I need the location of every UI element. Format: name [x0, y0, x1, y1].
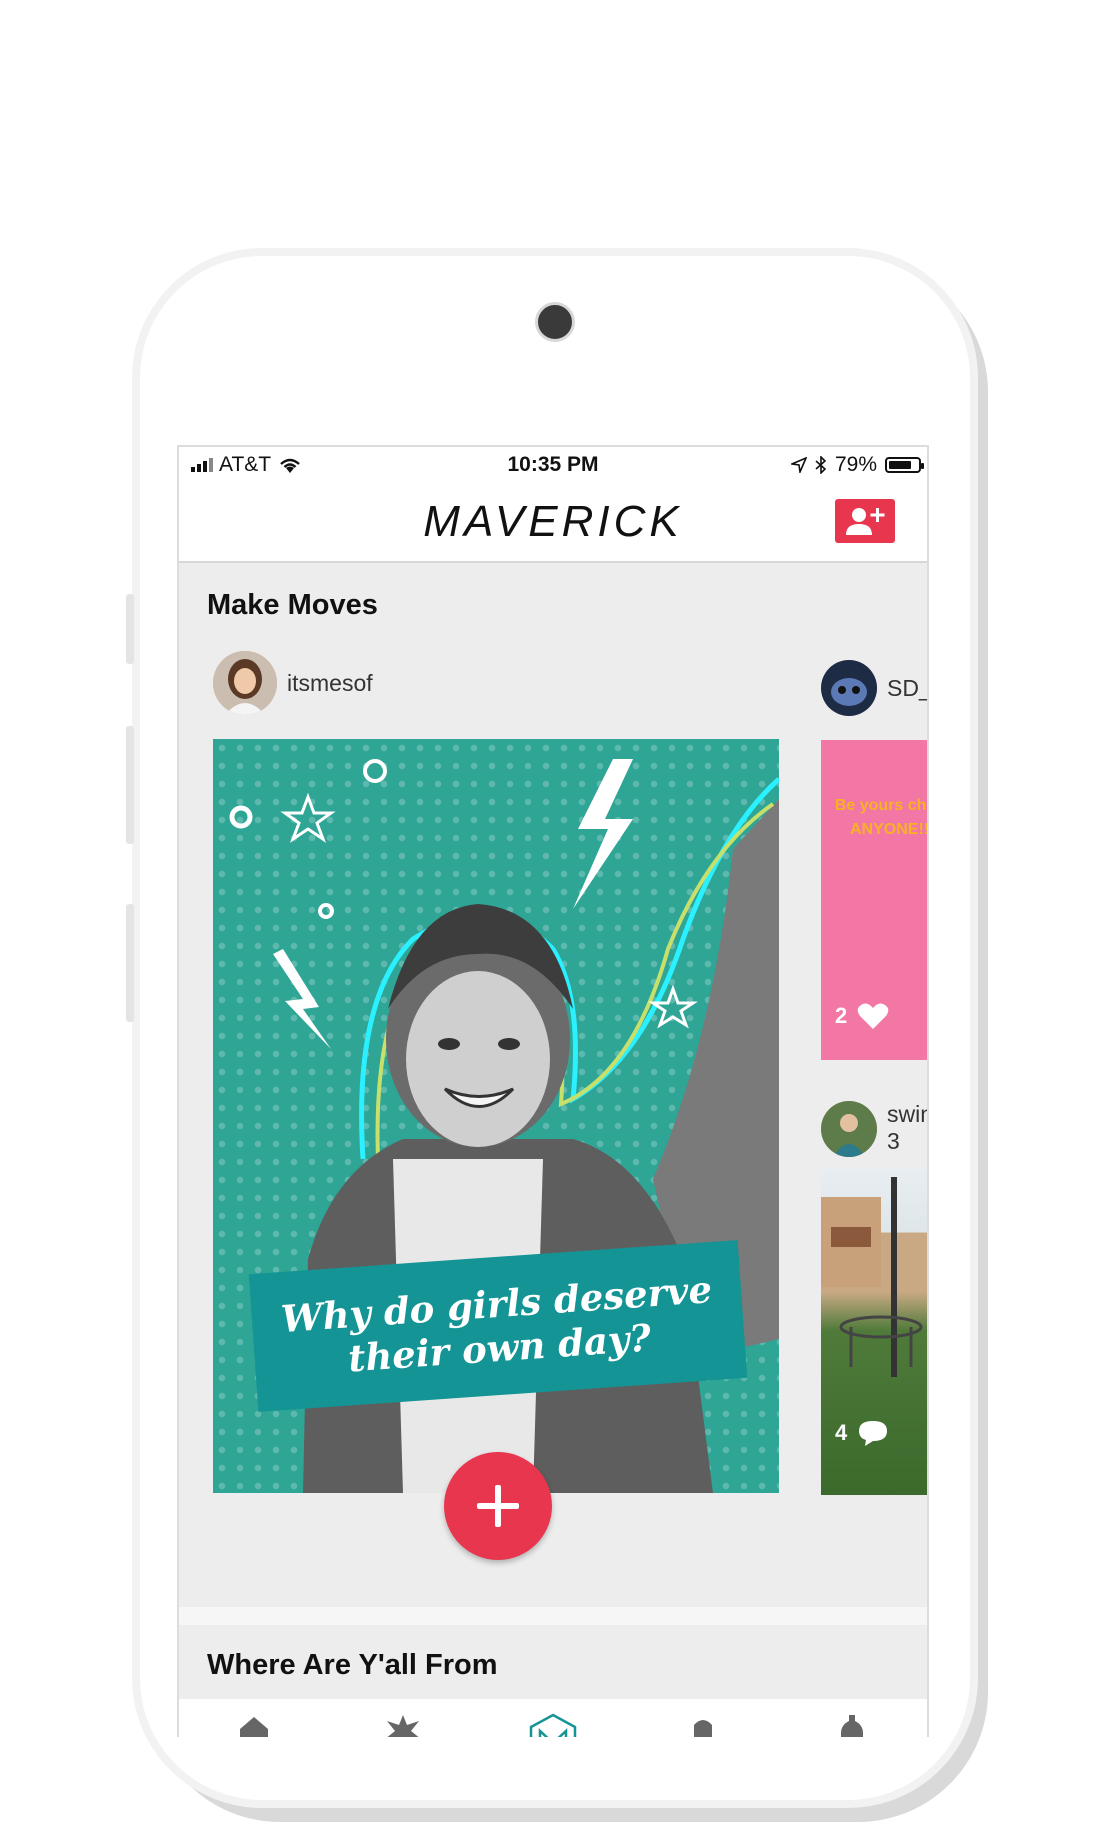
plus-icon [477, 1485, 519, 1527]
status-bar: AT&T 10:35 PM 79% [179, 447, 927, 485]
pin-icon [693, 1720, 712, 1737]
comment-count: 4 [835, 1419, 889, 1447]
side-post-username[interactable]: SD_R [887, 675, 927, 702]
volume-down-button [126, 904, 134, 1022]
avatar[interactable] [821, 660, 877, 716]
post-question-text: Why do girls deserve their own day? [279, 1267, 714, 1381]
like-count: 2 [835, 1002, 889, 1030]
featured-post-card[interactable]: Why do girls deserve their own day? [213, 739, 779, 1493]
add-user-icon [846, 508, 885, 535]
battery-icon [885, 457, 924, 473]
tab-home[interactable] [229, 1713, 279, 1737]
side-post-count: 3 [887, 1128, 900, 1154]
side-post-card[interactable]: Be yours change y ANYONE!! boy 2 [821, 740, 929, 1060]
app-header: MAVERICK [179, 485, 927, 563]
tab-maverick[interactable] [528, 1713, 578, 1737]
post-author-row[interactable]: itsmesof [213, 651, 373, 715]
heart-icon[interactable] [857, 1002, 889, 1030]
avatar[interactable] [821, 1101, 877, 1157]
mute-switch [126, 594, 134, 664]
side-post-author-row[interactable]: swim 3 [821, 1101, 927, 1157]
volume-up-button [126, 726, 134, 844]
tab-notifications[interactable] [678, 1713, 728, 1737]
where-from-title: Where Are Y'all From [207, 1649, 498, 1681]
make-moves-title: Make Moves [207, 589, 378, 621]
brand-logo: MAVERICK [423, 497, 683, 546]
battery-percent: 79% [834, 453, 877, 476]
side-post-photo[interactable]: 4 [821, 1167, 927, 1495]
location-arrow-icon [790, 457, 807, 473]
app-screen: AT&T 10:35 PM 79% MAVERICK Make Moves it… [177, 445, 929, 1737]
front-camera [535, 302, 575, 342]
post-author-username[interactable]: itsmesof [287, 670, 373, 697]
burst-icon [387, 1715, 420, 1737]
side-post-author-row[interactable]: SD_R [821, 660, 927, 716]
side-post-text: Be yours change y ANYONE!! boy [834, 797, 929, 838]
add-response-button[interactable] [444, 1452, 552, 1560]
tab-explore[interactable] [378, 1713, 428, 1737]
tab-profile[interactable] [827, 1713, 877, 1737]
side-post-username[interactable]: swim [887, 1101, 927, 1128]
bluetooth-icon [815, 456, 827, 474]
maverick-logo-icon [529, 1713, 577, 1737]
bottle-icon [841, 1715, 864, 1737]
comment-icon[interactable] [857, 1419, 889, 1447]
add-user-button[interactable] [835, 499, 895, 543]
avatar[interactable] [213, 651, 277, 715]
tab-bar [179, 1699, 927, 1737]
home-icon [239, 1717, 268, 1737]
